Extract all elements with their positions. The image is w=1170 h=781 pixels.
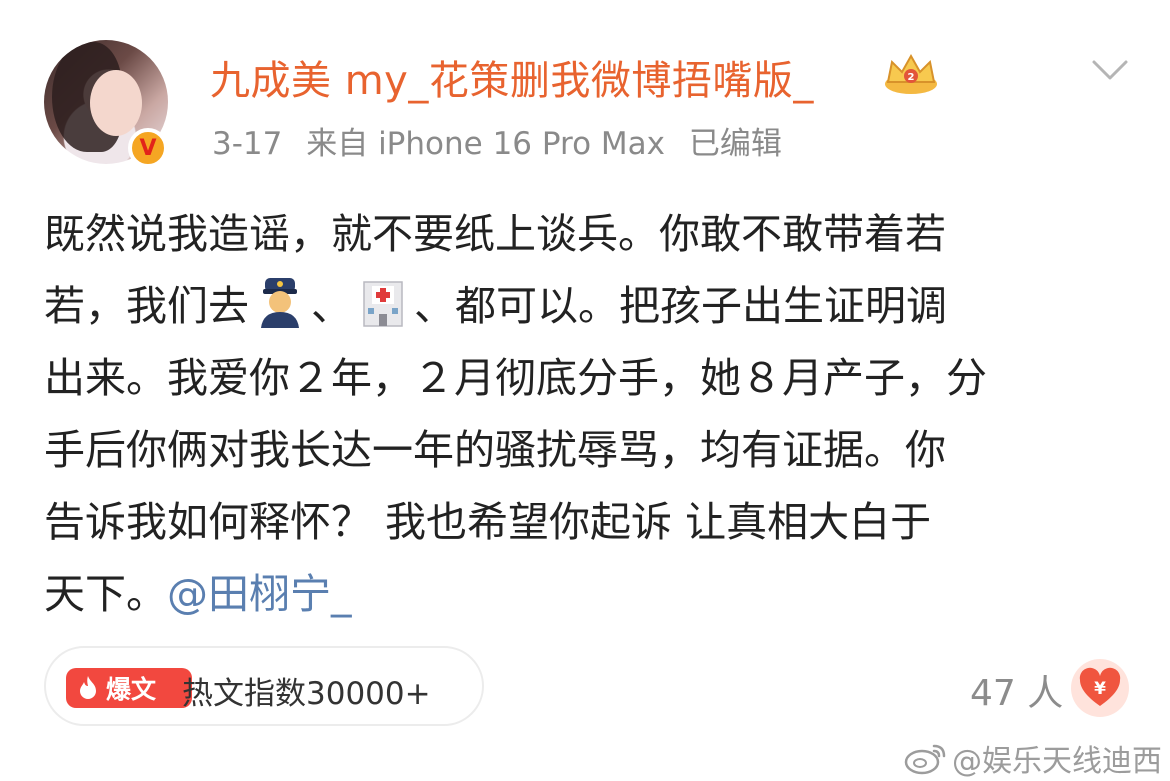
content-line: 既然说我造谣，就不要纸上谈兵。你敢不敢带着若 [44, 210, 946, 258]
author-name[interactable]: 九成美 my_花策删我微博捂嘴版_ [210, 48, 814, 106]
content-segment: 天下。 [44, 570, 167, 618]
post-content: 既然说我造谣，就不要纸上谈兵。你敢不敢带着若 若，我们去 、 、都可以。把孩子出… [44, 198, 1134, 630]
content-line: 手后你俩对我长达一年的骚扰辱骂，均有证据。你 [44, 426, 946, 474]
mention-link[interactable]: @田栩宁_ [167, 570, 352, 618]
watermark-text: @娱乐天线迪西 [952, 744, 1162, 779]
content-segment: 、都可以。把孩子出生证明调 [414, 282, 947, 330]
hot-badge: 爆文 [66, 668, 192, 708]
watermark: @娱乐天线迪西 [904, 736, 1162, 780]
flame-icon [80, 676, 96, 699]
avatar-face [90, 70, 142, 136]
verified-badge-icon: V [128, 128, 168, 168]
content-line: 天下。@田栩宁_ [44, 558, 1134, 630]
post-date: 3-17 [212, 126, 283, 162]
content-line: 若，我们去 、 、都可以。把孩子出生证明调 [44, 270, 1134, 342]
post-edited: 已编辑 [688, 126, 782, 162]
yen-heart-icon[interactable]: ¥ [1070, 658, 1130, 718]
reward-count: 47 人 [970, 673, 1064, 714]
post-source: 来自 iPhone 16 Pro Max [306, 126, 665, 162]
svg-text:2: 2 [908, 72, 915, 83]
hot-index-pill[interactable]: 爆文 热文指数30000+ [44, 646, 484, 726]
post-meta: 3-17 来自 iPhone 16 Pro Max 已编辑 [212, 118, 796, 163]
verified-badge-label: V [139, 135, 157, 161]
chevron-down-icon[interactable] [1090, 58, 1130, 82]
hot-badge-label: 爆文 [106, 675, 157, 704]
svg-text:¥: ¥ [1094, 679, 1106, 699]
content-line: 告诉我如何释怀？ 我也希望你起诉 让真相大白于 [44, 498, 932, 546]
hospital-icon [363, 281, 403, 327]
content-segment: 、 [311, 282, 352, 330]
crown-icon: 2 [885, 53, 937, 94]
weibo-logo-icon [904, 744, 946, 775]
hot-index-text: 热文指数30000+ [182, 676, 431, 712]
police-officer-icon [261, 278, 299, 328]
content-segment: 若，我们去 [44, 282, 249, 330]
content-line: 出来。我爱你２年，２月彻底分手，她８月产子，分 [44, 354, 987, 402]
